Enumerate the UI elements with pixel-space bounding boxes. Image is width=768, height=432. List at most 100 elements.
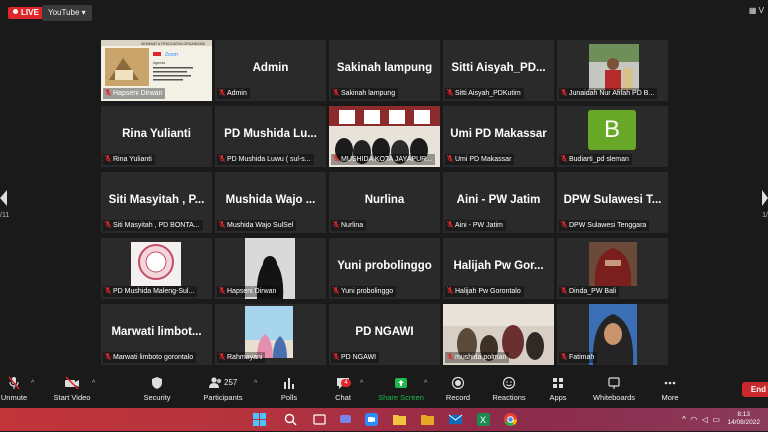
participant-tile[interactable]: Admin Admin	[215, 40, 326, 101]
folder-icon[interactable]	[420, 412, 435, 427]
muted-mic-icon	[561, 88, 567, 96]
participant-tile[interactable]: Siti Masyitah , P... Siti Masyitah , PD B…	[101, 172, 212, 233]
top-bar: LIVE YouTube ▾ ▦ V	[0, 0, 768, 24]
muted-mic-icon	[333, 286, 339, 294]
participant-tile[interactable]: Rina Yulianti Rina Yulianti	[101, 106, 212, 167]
participant-tile[interactable]: Dinda_PW Bali	[557, 238, 668, 299]
view-button[interactable]: ▦ V	[749, 6, 764, 15]
participant-name-label: Umi PD Makassar	[445, 154, 515, 165]
participant-tile[interactable]: DPW Sulawesi T... DPW Sulawesi Tenggara	[557, 172, 668, 233]
task-view-icon[interactable]	[312, 412, 327, 427]
participants-icon: 257	[209, 377, 238, 388]
muted-mic-icon	[105, 154, 111, 162]
search-icon[interactable]	[283, 412, 298, 427]
volume-icon: ◁	[701, 415, 708, 424]
record-button[interactable]: Record	[444, 376, 472, 402]
excel-icon[interactable]: X	[476, 412, 491, 427]
participant-tile[interactable]: Halijah Pw Gor... Halijah Pw Gorontalo	[443, 238, 554, 299]
participant-display-name: DPW Sulawesi T...	[563, 194, 662, 206]
shield-icon	[152, 377, 162, 389]
participant-tile[interactable]: Sitti Aisyah_PD... Sitti Aisyah_PDKutim	[443, 40, 554, 101]
participant-tile[interactable]: Marwati limbot... Marwati limboto goronta…	[101, 304, 212, 365]
svg-text:X: X	[480, 415, 486, 425]
share-screen-button[interactable]: Share Screen	[378, 376, 424, 402]
chat-options-caret[interactable]: ^	[360, 380, 363, 387]
security-button[interactable]: Security	[140, 376, 174, 402]
audio-options-caret[interactable]: ^	[31, 380, 34, 387]
participant-tile[interactable]: Fatimah	[557, 304, 668, 365]
participant-tile[interactable]: Umi PD Makassar Umi PD Makassar	[443, 106, 554, 167]
participant-tile[interactable]: Nurlina Nurlina	[329, 172, 440, 233]
participant-tile[interactable]: Rahmayani	[215, 304, 326, 365]
bar-chart-icon	[284, 378, 294, 389]
muted-mic-icon	[333, 220, 339, 228]
participant-tile[interactable]: B Budiarti_pd sleman	[557, 106, 668, 167]
chevron-left-icon	[0, 190, 7, 206]
zoom-app-icon[interactable]	[364, 412, 379, 427]
file-explorer-icon[interactable]	[392, 412, 407, 427]
share-screen-icon	[395, 378, 407, 388]
participant-name-label: PD Mushida Maleng-Sul...	[103, 286, 198, 297]
participant-name-label: Rahmayani	[217, 352, 266, 363]
participant-name-label: Mushida Wajo SulSel	[217, 220, 297, 231]
meeting-toolbar: Unmute ^ Start Video ^ Security 257 Part…	[0, 370, 768, 408]
polls-button[interactable]: Polls	[278, 376, 300, 402]
muted-mic-icon	[447, 154, 453, 162]
muted-mic-icon	[561, 352, 567, 360]
participant-name-label: Aini - PW Jatim	[445, 220, 506, 231]
share-options-caret[interactable]: ^	[424, 380, 427, 387]
chevron-right-icon	[762, 190, 768, 206]
participant-tile[interactable]: Junaidah Nur Afifah PD B...	[557, 40, 668, 101]
muted-mic-icon	[561, 286, 567, 294]
system-tray[interactable]: ^ ◠ ◁ ▭	[682, 415, 720, 424]
participant-tile[interactable]: MUSHIDA KOTA JAYAPUR...	[329, 106, 440, 167]
chevron-up-icon: ^	[682, 415, 686, 424]
smiley-icon	[502, 376, 516, 390]
participant-tile[interactable]: Hapseni Dirwan	[215, 238, 326, 299]
participant-tile[interactable]: PD NGAWI PD NGAWI	[329, 304, 440, 365]
participant-display-name: Admin	[252, 62, 289, 74]
muted-mic-icon	[219, 220, 225, 228]
participant-tile[interactable]: Sakinah lampung Sakinah lampung	[329, 40, 440, 101]
participant-tile[interactable]: Mushida Wajo ... Mushida Wajo SulSel	[215, 172, 326, 233]
participants-count: 257	[224, 378, 238, 387]
reactions-button[interactable]: Reactions	[491, 376, 527, 402]
live-badge[interactable]: LIVE	[8, 7, 44, 19]
participants-options-caret[interactable]: ^	[254, 380, 257, 387]
muted-mic-icon	[447, 88, 453, 96]
chrome-icon[interactable]	[503, 412, 518, 427]
svg-text:Agenda: Agenda	[153, 61, 165, 65]
apps-button[interactable]: Apps	[547, 376, 569, 402]
end-meeting-button[interactable]: End	[742, 382, 768, 397]
youtube-dropdown[interactable]: YouTube ▾	[42, 5, 92, 21]
more-button[interactable]: More	[658, 376, 682, 402]
participant-gallery: SEMINAR & PENGUATAN ORGANISASI Zoom Agenda…	[101, 40, 671, 367]
previous-page-button[interactable]: /11	[0, 190, 9, 219]
muted-mic-icon	[333, 88, 339, 96]
participant-name-label: Junaidah Nur Afifah PD B...	[559, 88, 658, 99]
participant-tile[interactable]: mushida polman	[443, 304, 554, 365]
mail-icon[interactable]	[448, 412, 463, 427]
windows-start-icon[interactable]	[252, 412, 267, 427]
participant-name-label: Yuni probolinggo	[331, 286, 397, 297]
participants-button[interactable]: 257 Participants	[200, 376, 246, 402]
taskbar-clock[interactable]: 8:13 14/08/2022	[727, 411, 760, 427]
unmute-button[interactable]: Unmute	[0, 376, 28, 402]
participant-tile[interactable]: SEMINAR & PENGUATAN ORGANISASI Zoom Agenda…	[101, 40, 212, 101]
video-options-caret[interactable]: ^	[92, 380, 95, 387]
teams-chat-icon[interactable]	[338, 412, 353, 427]
participant-name-label: Rina Yulianti	[103, 154, 155, 165]
participant-name-label: Marwati limboto gorontalo	[103, 352, 197, 363]
muted-mic-icon	[105, 220, 111, 228]
whiteboards-button[interactable]: Whiteboards	[590, 376, 638, 402]
participant-tile[interactable]: Aini - PW Jatim Aini - PW Jatim	[443, 172, 554, 233]
start-video-button[interactable]: Start Video	[50, 376, 94, 402]
participant-display-name: Umi PD Makassar	[450, 128, 547, 140]
participant-tile[interactable]: PD Mushida Lu... PD Mushida Luwu ( sul-s.…	[215, 106, 326, 167]
participant-display-name: Nurlina	[364, 194, 405, 206]
avatar: B	[588, 110, 636, 150]
next-page-button[interactable]: 1/	[762, 190, 768, 219]
participant-tile[interactable]: Yuni probolinggo Yuni probolinggo	[329, 238, 440, 299]
chat-button[interactable]: 4 Chat	[332, 376, 354, 402]
participant-tile[interactable]: PD Mushida Maleng-Sul...	[101, 238, 212, 299]
